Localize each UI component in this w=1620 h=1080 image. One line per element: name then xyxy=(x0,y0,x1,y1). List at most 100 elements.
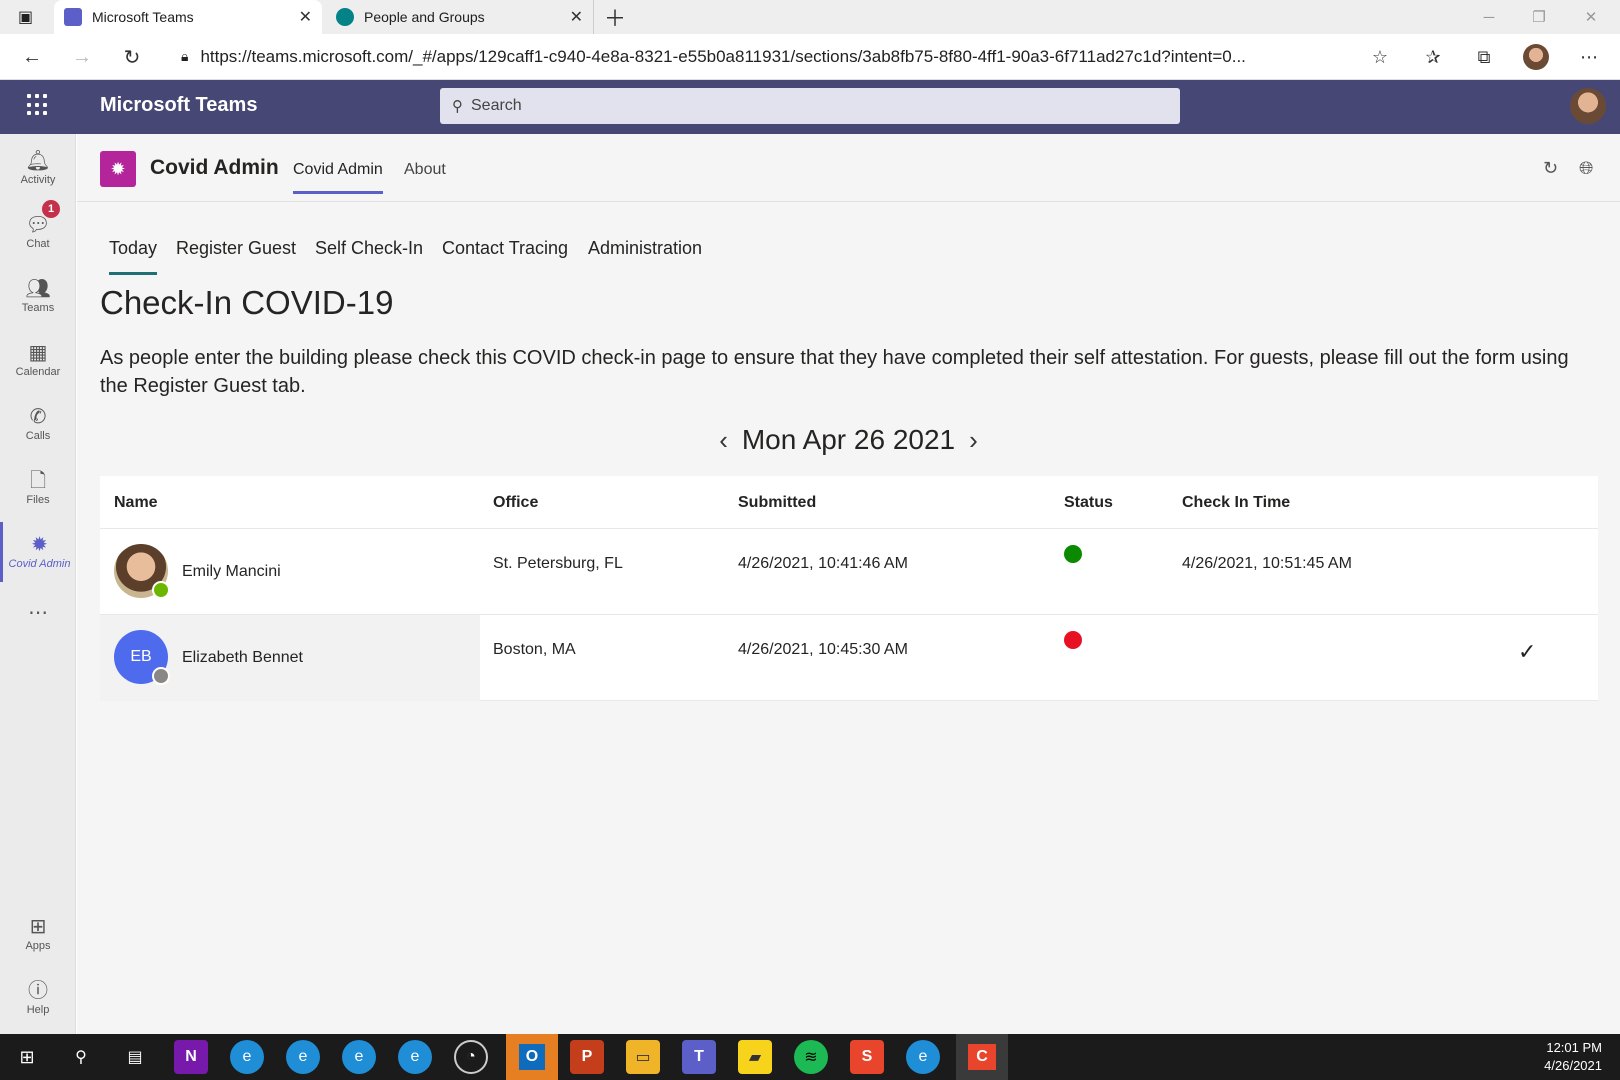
search-icon: ⚲ xyxy=(452,98,463,115)
search-input[interactable]: ⚲ Search xyxy=(440,88,1180,124)
presence-available-icon xyxy=(152,581,170,599)
minimize-button[interactable]: ─ xyxy=(1466,0,1512,34)
edge-icon[interactable]: e xyxy=(230,1040,264,1074)
tab-actions-icon: ▣ xyxy=(18,9,34,26)
edge-icon[interactable]: e xyxy=(398,1040,432,1074)
favorites-icon[interactable]: ✰ xyxy=(1418,42,1448,72)
subtab-contact-tracing[interactable]: Contact Tracing xyxy=(442,238,568,259)
rail-item-help[interactable]: ⓘ Help xyxy=(0,968,76,1028)
rail-label: Covid Admin xyxy=(8,558,71,570)
name-cell: EB Elizabeth Bennet xyxy=(100,615,480,701)
collections-icon[interactable]: ⧉ xyxy=(1469,42,1499,72)
rail-item-apps[interactable]: ⊞ Apps xyxy=(0,904,76,964)
rail-item-teams[interactable]: 👥︎ Teams xyxy=(0,266,76,326)
restore-button[interactable]: ❐ xyxy=(1516,0,1562,34)
previous-day-button[interactable]: ‹ xyxy=(719,425,728,456)
people-icon: 👥︎ xyxy=(25,278,51,300)
forward-button[interactable]: → xyxy=(67,42,97,72)
url-text: https://teams.microsoft.com/_#/apps/129c… xyxy=(200,46,1246,66)
next-day-button[interactable]: › xyxy=(969,425,978,456)
column-header-office[interactable]: Office xyxy=(493,494,538,512)
intro-text: As people enter the building please chec… xyxy=(100,347,1569,397)
subtab-administration[interactable]: Administration xyxy=(588,238,702,259)
virus-icon: ✹ xyxy=(31,534,48,556)
current-date: Mon Apr 26 2021 xyxy=(741,424,956,455)
search-placeholder: Search xyxy=(471,97,522,114)
edge-icon[interactable]: e xyxy=(906,1040,940,1074)
search-icon[interactable]: ⚲ xyxy=(64,1040,98,1074)
office-cell: Boston, MA xyxy=(493,641,576,658)
edge-icon[interactable]: e xyxy=(286,1040,320,1074)
rail-label: Activity xyxy=(20,174,56,186)
teams-icon xyxy=(64,8,82,26)
main-content: ✹ Covid Admin Covid Admin About ↻ 🌐︎ Tod… xyxy=(77,134,1620,1034)
lock-icon: 🔒︎ xyxy=(181,48,189,64)
column-header-check-in-time[interactable]: Check In Time xyxy=(1182,494,1290,512)
checkin-table: Name Office Submitted Status Check In Ti… xyxy=(100,476,1598,701)
profile-avatar[interactable] xyxy=(1521,42,1551,72)
subtab-register-guest[interactable]: Register Guest xyxy=(176,238,296,259)
system-clock[interactable]: 12:01 PM 4/26/2021 xyxy=(1544,1039,1602,1075)
checkmark-icon[interactable]: ✓ xyxy=(1518,639,1536,665)
back-button[interactable]: ← xyxy=(17,42,47,72)
refresh-button[interactable]: ↻ xyxy=(117,42,147,72)
table-row[interactable]: EB Elizabeth Bennet Boston, MA 4/26/2021… xyxy=(100,615,1598,701)
globe-icon[interactable]: 🌐︎ xyxy=(1579,158,1593,179)
refresh-icon[interactable]: ↻ xyxy=(1543,158,1558,179)
person-name: Emily Mancini xyxy=(182,563,281,580)
app-launcher-icon[interactable] xyxy=(27,94,49,116)
browser-tab-teams[interactable]: Microsoft Teams ✕ xyxy=(54,0,322,34)
app-rail: 🔔︎ Activity 💬︎ 1 Chat 👥︎ Teams ▦ Calenda… xyxy=(0,134,76,1034)
url-field[interactable]: 🔒︎ https://teams.microsoft.com/_#/apps/1… xyxy=(165,40,1403,73)
rail-item-activity[interactable]: 🔔︎ Activity xyxy=(0,138,76,198)
rail-item-files[interactable]: 🗋︎ Files xyxy=(0,458,76,518)
outlook-icon[interactable]: O xyxy=(506,1034,558,1080)
edge-icon[interactable]: e xyxy=(342,1040,376,1074)
tab-about[interactable]: About xyxy=(404,161,446,179)
rail-label: Calls xyxy=(25,430,51,442)
chat-badge: 1 xyxy=(42,200,60,218)
check-in-time-cell: 4/26/2021, 10:51:45 AM xyxy=(1182,555,1352,572)
rail-item-calls[interactable]: ✆ Calls xyxy=(0,394,76,454)
subtab-today[interactable]: Today xyxy=(109,238,158,275)
person-name: Elizabeth Bennet xyxy=(182,649,303,666)
task-view-icon[interactable]: ▤ xyxy=(118,1040,152,1074)
close-tab-icon[interactable]: ✕ xyxy=(570,7,583,27)
snagit-icon[interactable]: S xyxy=(850,1040,884,1074)
rail-label: Apps xyxy=(25,940,51,952)
rail-item-covid-admin[interactable]: ✹ Covid Admin xyxy=(0,522,76,582)
column-header-name[interactable]: Name xyxy=(114,494,158,512)
obs-icon[interactable]: ◔ xyxy=(454,1040,488,1074)
browser-tab-label: People and Groups xyxy=(364,9,485,25)
page-title: Check-In COVID-19 xyxy=(100,284,394,321)
clock-time: 12:01 PM xyxy=(1546,1040,1602,1055)
windows-start-icon[interactable]: ⊞ xyxy=(10,1040,44,1074)
browser-tab-people[interactable]: People and Groups ✕ xyxy=(326,0,594,34)
table-row[interactable]: Emily Mancini St. Petersburg, FL 4/26/20… xyxy=(100,529,1598,615)
powerpoint-icon[interactable]: P xyxy=(570,1040,604,1074)
sticky-notes-icon[interactable]: ▰ xyxy=(738,1040,772,1074)
close-tab-icon[interactable]: ✕ xyxy=(299,7,312,27)
rail-more-button[interactable]: ⋯ xyxy=(0,584,76,644)
add-favorite-icon[interactable]: ☆ xyxy=(1365,42,1395,72)
column-header-submitted[interactable]: Submitted xyxy=(738,494,816,512)
more-icon: ⋯ xyxy=(28,602,48,624)
more-icon[interactable]: ⋯ xyxy=(1574,42,1604,72)
spotify-icon[interactable]: ≋ xyxy=(794,1040,828,1074)
rail-item-calendar[interactable]: ▦ Calendar xyxy=(0,330,76,390)
tab-actions-button[interactable]: ▣ xyxy=(0,0,50,34)
teams-header: Microsoft Teams ⚲ Search xyxy=(0,80,1620,134)
phone-icon: ✆ xyxy=(29,406,47,428)
close-window-button[interactable]: ✕ xyxy=(1568,0,1614,34)
subtab-self-check-in[interactable]: Self Check-In xyxy=(315,238,423,259)
rail-item-chat[interactable]: 💬︎ 1 Chat xyxy=(0,200,76,262)
column-header-status[interactable]: Status xyxy=(1064,494,1113,512)
tab-covid-admin[interactable]: Covid Admin xyxy=(293,161,383,194)
onenote-icon[interactable]: N xyxy=(174,1040,208,1074)
user-avatar[interactable] xyxy=(1570,88,1606,124)
teams-icon[interactable]: T xyxy=(682,1040,716,1074)
new-tab-button[interactable]: ＋ xyxy=(604,0,634,34)
file-explorer-icon[interactable]: ▭ xyxy=(626,1040,660,1074)
camtasia-icon[interactable]: C xyxy=(956,1034,1008,1080)
rail-label: Calendar xyxy=(15,366,61,378)
